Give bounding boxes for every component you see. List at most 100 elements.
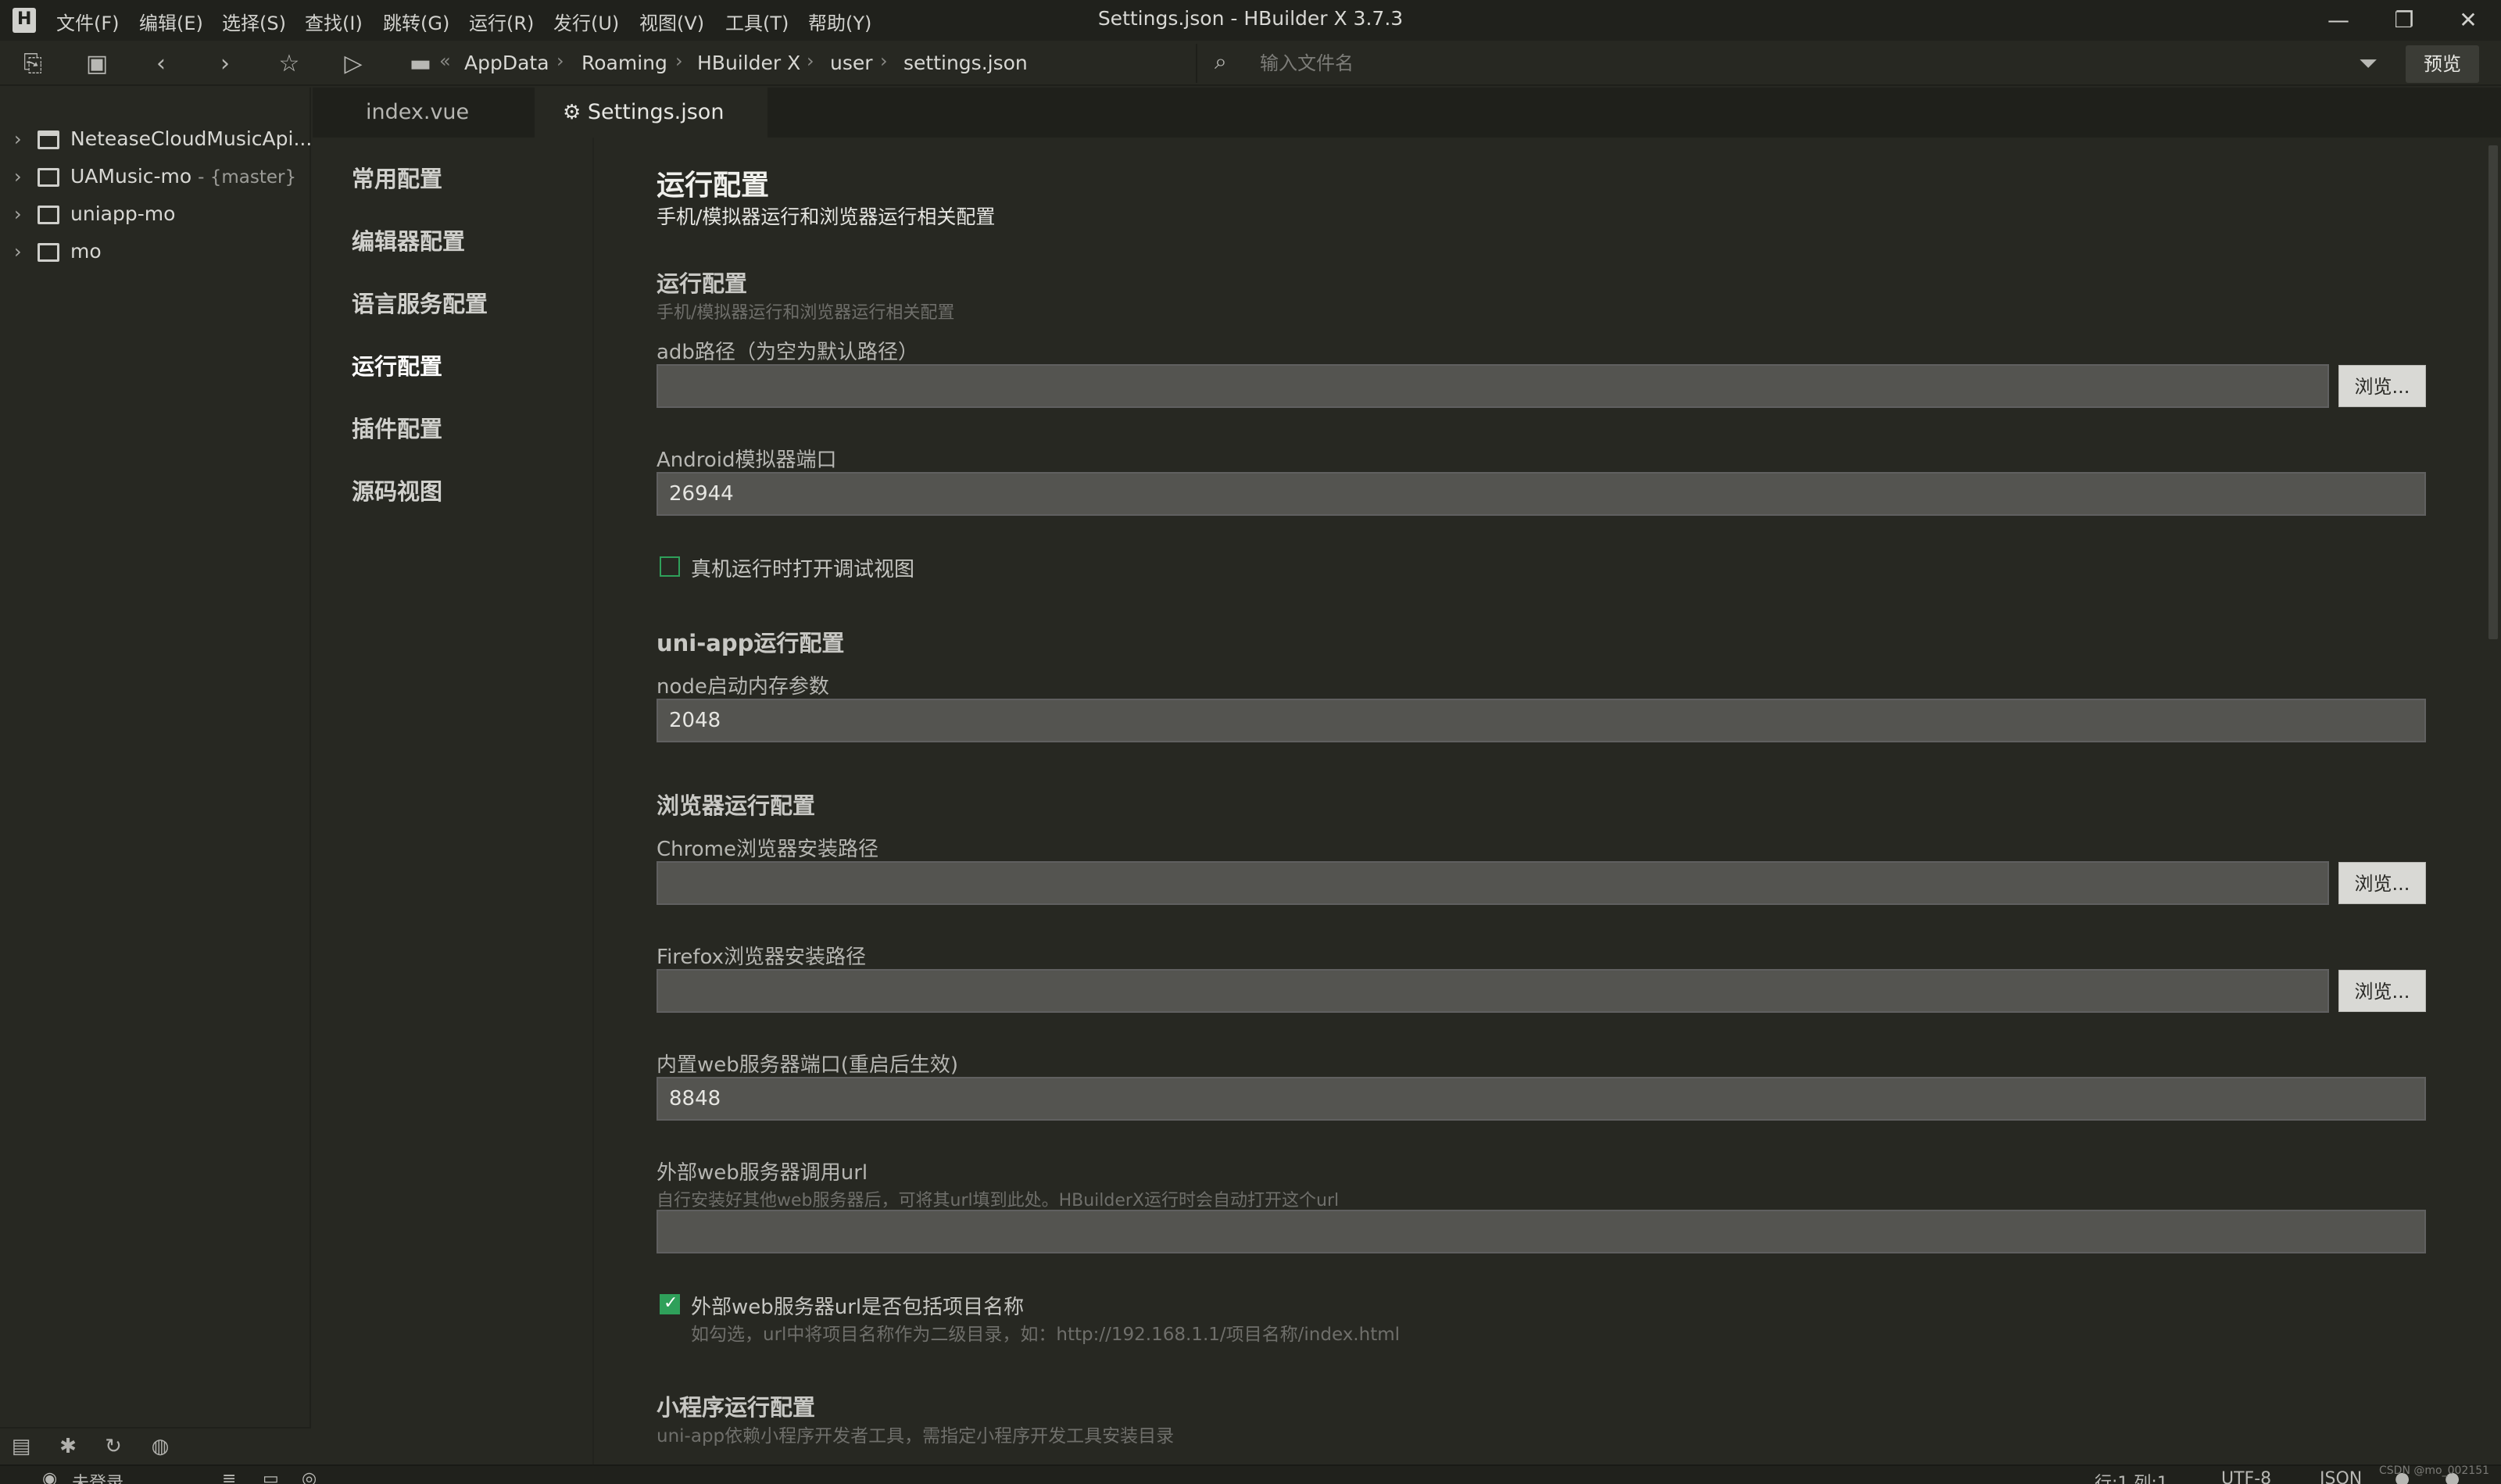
- debug-icon[interactable]: ✱: [55, 1433, 81, 1460]
- page-subtitle: 手机/模拟器运行和浏览器运行相关配置: [657, 206, 996, 228]
- encoding[interactable]: UTF-8: [2221, 1469, 2271, 1484]
- tab-index-vue[interactable]: index.vue: [338, 88, 497, 138]
- forward-icon[interactable]: ›: [209, 48, 241, 80]
- menu-edit[interactable]: 编辑(E): [139, 8, 203, 35]
- uniapp-project-icon: [38, 243, 59, 262]
- adb-path-label: adb路径（为空为默认路径）: [657, 341, 918, 364]
- menu-file[interactable]: 文件(F): [56, 8, 120, 35]
- outline-icon[interactable]: ≡: [222, 1469, 236, 1484]
- debug-view-checkbox[interactable]: [660, 556, 680, 577]
- menu-run[interactable]: 运行(R): [469, 8, 534, 35]
- include-project-name-desc: 如勾选，url中将项目名称作为二级目录，如：http://192.168.1.1…: [691, 1325, 1401, 1345]
- settings-nav-plugins[interactable]: 插件配置: [352, 411, 442, 444]
- breadcrumb-appdata[interactable]: AppData: [464, 52, 549, 74]
- title-bar: [0, 0, 2501, 41]
- adb-path-input[interactable]: [657, 364, 2329, 408]
- file-search-input[interactable]: [1260, 48, 2276, 78]
- settings-nav: [313, 138, 594, 1464]
- web-port-label: 内置web服务器端口(重启后生效): [657, 1053, 959, 1077]
- breadcrumb-roaming[interactable]: Roaming: [581, 52, 667, 74]
- firefox-path-input[interactable]: [657, 969, 2329, 1013]
- cursor-position[interactable]: 行:1 列:1: [2095, 1469, 2168, 1484]
- settings-nav-editor[interactable]: 编辑器配置: [352, 223, 465, 256]
- star-icon[interactable]: ☆: [274, 48, 305, 80]
- save-icon[interactable]: ▣: [81, 48, 113, 80]
- restore-icon[interactable]: ❐: [2381, 3, 2428, 38]
- login-status[interactable]: 未登录: [72, 1469, 123, 1484]
- menu-find[interactable]: 查找(I): [305, 8, 363, 35]
- section-desc-miniprogram: uni-app依赖小程序开发者工具，需指定小程序开发工具安装目录: [657, 1426, 1175, 1446]
- terminal-icon[interactable]: ▭: [263, 1469, 279, 1484]
- firefox-browse-button[interactable]: 浏览...: [2338, 970, 2426, 1012]
- settings-nav-source-view[interactable]: 源码视图: [352, 474, 442, 506]
- menu-goto[interactable]: 跳转(G): [383, 8, 449, 35]
- uniapp-project-icon: [38, 168, 59, 187]
- external-url-input[interactable]: [657, 1210, 2426, 1253]
- new-file-icon[interactable]: ⎘: [17, 48, 48, 80]
- chevron-right-icon: ›: [880, 50, 888, 72]
- tree-item-uniapp-mo[interactable]: › uniapp-mo: [0, 197, 311, 233]
- web-port-input[interactable]: [657, 1077, 2426, 1121]
- breadcrumb-settings[interactable]: settings.json: [903, 52, 1028, 74]
- run-icon[interactable]: ▷: [338, 48, 369, 80]
- chrome-browse-button[interactable]: 浏览...: [2338, 862, 2426, 904]
- close-icon[interactable]: ✕: [2445, 3, 2492, 38]
- chrome-path-label: Chrome浏览器安装路径: [657, 838, 878, 861]
- menu-tools[interactable]: 工具(T): [725, 8, 789, 35]
- tab-label: Settings.json: [587, 100, 725, 124]
- settings-nav-language-service[interactable]: 语言服务配置: [352, 286, 488, 319]
- external-url-label: 外部web服务器调用url: [657, 1161, 868, 1185]
- android-port-label: Android模拟器端口: [657, 449, 837, 472]
- globe-icon[interactable]: ◎: [302, 1469, 317, 1484]
- settings-nav-common[interactable]: 常用配置: [352, 161, 442, 194]
- project-explorer: [0, 88, 311, 1464]
- include-project-name-checkbox[interactable]: [660, 1293, 680, 1314]
- breadcrumb-user[interactable]: user: [830, 52, 873, 74]
- breadcrumb-hbuilderx[interactable]: HBuilder X: [697, 52, 800, 74]
- project-manager-icon[interactable]: ▤: [8, 1433, 34, 1460]
- menu-view[interactable]: 视图(V): [639, 8, 704, 35]
- tree-item-label: uniapp-mo: [70, 202, 176, 225]
- hbuilder-logo-icon: [13, 8, 36, 33]
- tree-item-mo[interactable]: › mo: [0, 234, 311, 270]
- gear-icon: ⚙: [563, 101, 581, 124]
- folder-icon: [38, 131, 59, 149]
- git-branch-label: - {master}: [198, 167, 297, 188]
- minimize-icon[interactable]: —: [2315, 3, 2362, 38]
- external-url-desc: 自行安装好其他web服务器后，可将其url填到此处。HBuilderX运行时会自…: [657, 1191, 1340, 1210]
- section-heading-uniapp: uni-app运行配置: [657, 630, 845, 656]
- tree-item-uamusic-mo[interactable]: › UAMusic-mo - {master}: [0, 159, 311, 195]
- section-heading-miniprogram: 小程序运行配置: [657, 1394, 816, 1421]
- tree-item-label: mo: [70, 240, 102, 263]
- account-icon[interactable]: ◉: [42, 1469, 57, 1484]
- file-search-icon: ⌕: [1215, 48, 1227, 74]
- breadcrumb-overflow-icon[interactable]: «: [439, 50, 451, 72]
- tab-settings-json[interactable]: ⚙ Settings.json: [535, 88, 768, 138]
- back-icon[interactable]: ‹: [145, 48, 177, 80]
- tree-item-label: NeteaseCloudMusicApi...: [70, 127, 313, 150]
- settings-nav-run[interactable]: 运行配置: [352, 349, 442, 381]
- android-port-input[interactable]: [657, 472, 2426, 516]
- menu-help[interactable]: 帮助(Y): [808, 8, 871, 35]
- plugin-icon[interactable]: ◍: [147, 1433, 174, 1460]
- uniapp-project-icon: [38, 206, 59, 224]
- menu-select[interactable]: 选择(S): [222, 8, 286, 35]
- scrollbar-thumb[interactable]: [2488, 145, 2498, 639]
- chrome-path-input[interactable]: [657, 861, 2329, 905]
- chevron-right-icon[interactable]: ›: [14, 128, 22, 150]
- source-control-icon[interactable]: ↻: [100, 1433, 127, 1460]
- tree-item-neteasecloudmusicapi[interactable]: › NeteaseCloudMusicApi...: [0, 122, 313, 158]
- menu-publish[interactable]: 发行(U): [553, 8, 619, 35]
- chevron-right-icon[interactable]: ›: [14, 203, 22, 225]
- adb-browse-button[interactable]: 浏览...: [2338, 365, 2426, 407]
- language-mode[interactable]: JSON: [2320, 1469, 2362, 1484]
- preview-button[interactable]: 预览: [2406, 45, 2479, 83]
- chevron-right-icon[interactable]: ›: [14, 166, 22, 188]
- chevron-right-icon[interactable]: ›: [14, 241, 22, 263]
- chevron-right-icon: ›: [556, 50, 564, 72]
- section-heading-run: 运行配置: [657, 270, 748, 297]
- filter-icon[interactable]: ⏷: [2353, 48, 2384, 80]
- page-title: 运行配置: [657, 170, 770, 202]
- chevron-right-icon: ›: [807, 50, 814, 72]
- node-memory-input[interactable]: [657, 699, 2426, 742]
